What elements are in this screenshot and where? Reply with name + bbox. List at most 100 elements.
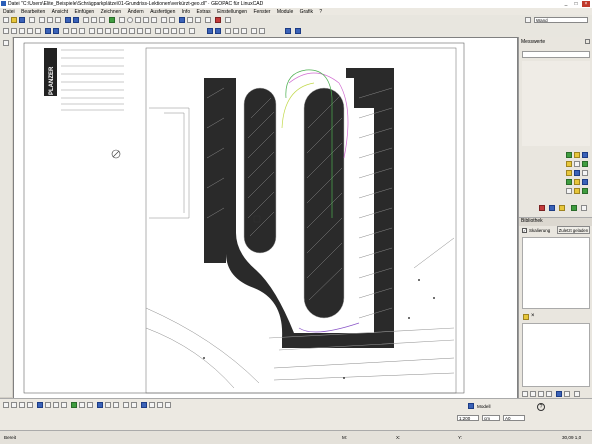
model-label[interactable]: Modell bbox=[477, 404, 491, 409]
palette-icon-16[interactable] bbox=[539, 205, 545, 211]
refresh-button[interactable]: Zuletzt geladen bbox=[557, 226, 590, 234]
block-icon[interactable] bbox=[45, 28, 51, 34]
copy-icon[interactable] bbox=[47, 17, 53, 23]
panel-icon-g[interactable] bbox=[574, 391, 580, 397]
palette-icon-3[interactable] bbox=[582, 152, 588, 158]
scale-icon[interactable] bbox=[79, 28, 85, 34]
bottom-icon-4[interactable] bbox=[27, 402, 33, 408]
select-arrow-icon[interactable] bbox=[3, 40, 9, 46]
bottom-icon-18[interactable] bbox=[149, 402, 155, 408]
rectangle-icon[interactable] bbox=[27, 28, 33, 34]
palette-icon-11[interactable] bbox=[574, 179, 580, 185]
pan-icon[interactable] bbox=[99, 17, 105, 23]
panel-icon-c[interactable] bbox=[538, 391, 544, 397]
bottom-icon-2[interactable] bbox=[11, 402, 17, 408]
array-icon[interactable] bbox=[155, 28, 161, 34]
palette-icon-18[interactable] bbox=[559, 205, 565, 211]
drawing-canvas[interactable]: PLANZER bbox=[13, 37, 518, 399]
break-icon[interactable] bbox=[171, 28, 177, 34]
help-circle-icon[interactable]: ? bbox=[537, 403, 545, 411]
palette-icon-20[interactable] bbox=[581, 205, 587, 211]
panel-icon-b[interactable] bbox=[530, 391, 536, 397]
help-icon[interactable] bbox=[225, 17, 231, 23]
minimize-button[interactable]: _ bbox=[562, 1, 570, 7]
text-icon[interactable] bbox=[143, 17, 149, 23]
arc-icon[interactable] bbox=[135, 17, 141, 23]
properties-field[interactable] bbox=[522, 51, 590, 58]
unit-select[interactable]: cm bbox=[482, 415, 500, 421]
opening-icon[interactable] bbox=[259, 28, 265, 34]
wall-icon[interactable] bbox=[251, 28, 257, 34]
dimension-icon[interactable] bbox=[161, 17, 167, 23]
library-pin-icon[interactable] bbox=[523, 314, 529, 320]
slope-icon[interactable] bbox=[233, 28, 239, 34]
bottom-icon-17[interactable] bbox=[141, 402, 147, 408]
insert-icon[interactable] bbox=[53, 28, 59, 34]
bottom-icon-9[interactable] bbox=[71, 402, 77, 408]
paper-select[interactable]: A0 bbox=[503, 415, 525, 421]
bottom-icon-7[interactable] bbox=[53, 402, 59, 408]
route-icon[interactable] bbox=[285, 28, 291, 34]
panel-icon-a[interactable] bbox=[522, 391, 528, 397]
scale-select[interactable]: 1:200 bbox=[457, 415, 479, 421]
grid-icon[interactable] bbox=[187, 17, 193, 23]
palette-icon-10[interactable] bbox=[566, 179, 572, 185]
circle-icon[interactable] bbox=[127, 17, 133, 23]
palette-icon-14[interactable] bbox=[574, 188, 580, 194]
palette-icon-1[interactable] bbox=[566, 152, 572, 158]
cut-icon[interactable] bbox=[39, 17, 45, 23]
palette-icon-8[interactable] bbox=[574, 170, 580, 176]
bottom-icon-10[interactable] bbox=[79, 402, 85, 408]
trim-icon[interactable] bbox=[97, 28, 103, 34]
palette-icon-5[interactable] bbox=[574, 161, 580, 167]
view-3d-icon[interactable] bbox=[215, 28, 221, 34]
snap-icon[interactable] bbox=[179, 17, 185, 23]
bottom-icon-6[interactable] bbox=[45, 402, 51, 408]
properties-icon[interactable] bbox=[205, 17, 211, 23]
close-button[interactable]: × bbox=[582, 1, 590, 7]
stretch-icon[interactable] bbox=[163, 28, 169, 34]
panel-icon-d[interactable] bbox=[546, 391, 552, 397]
bottom-icon-12[interactable] bbox=[97, 402, 103, 408]
redo-icon[interactable] bbox=[73, 17, 79, 23]
extend-icon[interactable] bbox=[105, 28, 111, 34]
zoom-out-icon[interactable] bbox=[91, 17, 97, 23]
open-icon[interactable] bbox=[11, 17, 17, 23]
palette-icon-7[interactable] bbox=[566, 170, 572, 176]
render-icon[interactable] bbox=[225, 28, 231, 34]
undo-icon[interactable] bbox=[65, 17, 71, 23]
copy-entity-icon[interactable] bbox=[189, 28, 195, 34]
palette-icon-17[interactable] bbox=[549, 205, 555, 211]
bottom-icon-19[interactable] bbox=[157, 402, 163, 408]
select-icon[interactable] bbox=[3, 28, 9, 34]
bottom-icon-1[interactable] bbox=[3, 402, 9, 408]
mirror-icon[interactable] bbox=[63, 28, 69, 34]
hatch-icon[interactable] bbox=[151, 17, 157, 23]
bottom-icon-5[interactable] bbox=[37, 402, 43, 408]
align-icon[interactable] bbox=[179, 28, 185, 34]
new-icon[interactable] bbox=[3, 17, 9, 23]
bottom-icon-8[interactable] bbox=[61, 402, 67, 408]
model-icon[interactable] bbox=[468, 403, 474, 409]
bottom-icon-16[interactable] bbox=[131, 402, 137, 408]
drawing-svg[interactable]: PLANZER bbox=[14, 38, 517, 398]
paste-icon[interactable] bbox=[55, 17, 61, 23]
fillet-icon[interactable] bbox=[121, 28, 127, 34]
measure-icon[interactable] bbox=[169, 17, 175, 23]
bottom-icon-11[interactable] bbox=[87, 402, 93, 408]
ortho-icon[interactable] bbox=[195, 17, 201, 23]
explode-icon[interactable] bbox=[137, 28, 143, 34]
palette-icon-9[interactable] bbox=[582, 170, 588, 176]
line-icon[interactable] bbox=[119, 17, 125, 23]
palette-icon-6[interactable] bbox=[582, 161, 588, 167]
view-icon[interactable] bbox=[207, 28, 213, 34]
library-list[interactable] bbox=[522, 237, 590, 309]
bottom-icon-13[interactable] bbox=[105, 402, 111, 408]
bottom-icon-15[interactable] bbox=[123, 402, 129, 408]
rotate-icon[interactable] bbox=[71, 28, 77, 34]
palette-icon-12[interactable] bbox=[582, 179, 588, 185]
terrain-icon[interactable] bbox=[241, 28, 247, 34]
save-icon[interactable] bbox=[19, 17, 25, 23]
layer-toggle-icon[interactable] bbox=[525, 17, 531, 23]
join-icon[interactable] bbox=[145, 28, 151, 34]
